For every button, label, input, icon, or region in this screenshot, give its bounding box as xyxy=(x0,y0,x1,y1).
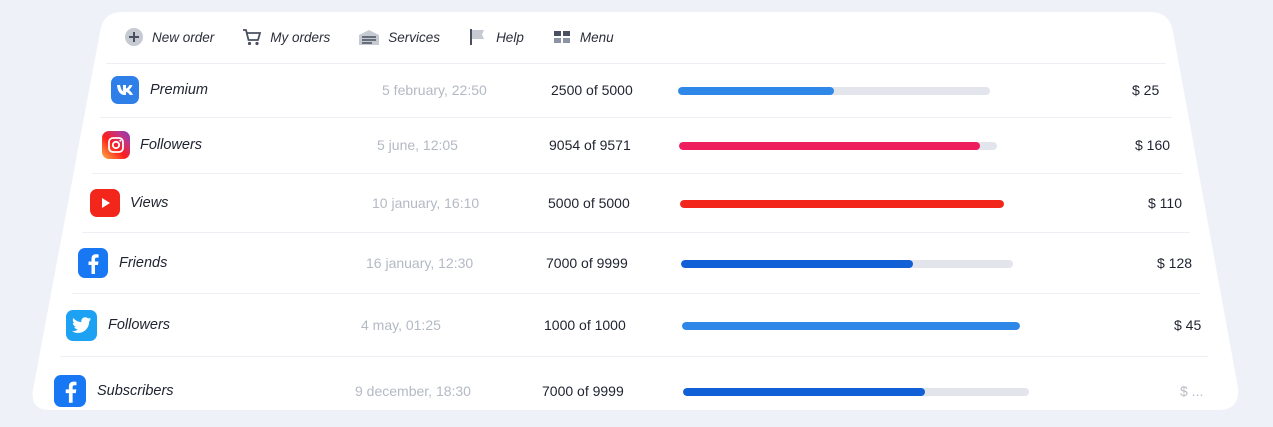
cart-icon xyxy=(243,29,262,46)
divider xyxy=(92,173,1182,174)
order-progress-fill xyxy=(678,87,834,95)
order-progress-track xyxy=(679,142,997,150)
nav-services[interactable]: Services xyxy=(358,27,440,47)
facebook-icon xyxy=(54,375,86,407)
nav-my-orders[interactable]: My orders xyxy=(242,27,330,47)
order-price: $ 110 xyxy=(1148,195,1182,211)
order-row[interactable]: Premium 5 february, 22:50 2500 of 5000 $… xyxy=(0,70,1273,110)
order-price: $ 45 xyxy=(1174,317,1202,333)
order-service-label: Premium xyxy=(150,82,209,98)
order-service-label: Friends xyxy=(119,255,168,271)
order-price: $ ... xyxy=(1180,383,1204,399)
order-row[interactable]: Subscribers 9 december, 18:30 7000 of 99… xyxy=(0,371,1273,411)
youtube-icon xyxy=(90,189,120,217)
order-progress-fill xyxy=(681,260,914,268)
divider xyxy=(106,63,1166,64)
order-price: $ 128 xyxy=(1157,255,1193,271)
order-service-label: Subscribers xyxy=(97,383,174,399)
order-price: $ 25 xyxy=(1132,82,1160,98)
facebook-icon xyxy=(78,248,108,278)
twitter-icon xyxy=(66,310,97,341)
order-service-label: Views xyxy=(130,195,169,211)
order-date: 5 june, 12:05 xyxy=(377,137,458,153)
order-progress-fill xyxy=(680,200,1004,208)
order-progress-fill xyxy=(679,142,980,150)
nav-label: Menu xyxy=(579,29,614,45)
nav-help[interactable]: Help xyxy=(468,27,524,47)
divider xyxy=(100,117,1172,118)
nav-label: Services xyxy=(388,29,441,45)
order-count: 7000 of 9999 xyxy=(542,383,624,399)
order-date: 4 may, 01:25 xyxy=(361,317,441,333)
order-progress-track xyxy=(678,87,990,95)
order-service-label: Followers xyxy=(108,317,171,333)
order-progress-track xyxy=(681,260,1013,268)
instagram-icon xyxy=(102,131,130,159)
order-service-label: Followers xyxy=(140,137,203,153)
order-count: 5000 of 5000 xyxy=(548,195,630,211)
services-icon xyxy=(359,30,380,45)
nav-menu[interactable]: Menu xyxy=(552,27,614,47)
grid-icon xyxy=(553,31,570,43)
order-progress-track xyxy=(682,322,1020,330)
orders-card: New order My orders Services Help Menu P… xyxy=(0,0,1273,427)
divider xyxy=(60,356,1208,357)
order-progress-track xyxy=(680,200,1004,208)
divider xyxy=(72,293,1200,294)
plus-circle-icon xyxy=(125,28,143,46)
order-date: 5 february, 22:50 xyxy=(382,82,487,98)
top-nav: New order My orders Services Help Menu xyxy=(124,22,642,52)
divider xyxy=(82,232,1190,233)
order-date: 10 january, 16:10 xyxy=(372,195,480,211)
order-row[interactable]: Followers 4 may, 01:25 1000 of 1000 $ 45 xyxy=(0,305,1273,345)
order-count: 7000 of 9999 xyxy=(546,255,628,271)
vk-icon xyxy=(111,76,139,104)
order-row[interactable]: Followers 5 june, 12:05 9054 of 9571 $ 1… xyxy=(0,125,1273,165)
order-progress-fill xyxy=(682,322,1020,330)
order-progress-fill xyxy=(683,388,926,396)
order-count: 9054 of 9571 xyxy=(549,137,631,153)
order-count: 1000 of 1000 xyxy=(544,317,626,333)
flag-icon xyxy=(470,29,485,45)
nav-new-order[interactable]: New order xyxy=(124,27,214,47)
order-date: 16 january, 12:30 xyxy=(366,255,474,271)
order-row[interactable]: Friends 16 january, 12:30 7000 of 9999 $… xyxy=(0,243,1273,283)
order-date: 9 december, 18:30 xyxy=(355,383,471,399)
order-count: 2500 of 5000 xyxy=(551,82,633,98)
nav-label: Help xyxy=(496,29,524,45)
order-progress-track xyxy=(683,388,1029,396)
nav-label: New order xyxy=(152,29,215,45)
order-row[interactable]: Views 10 january, 16:10 5000 of 5000 $ 1… xyxy=(0,183,1273,223)
order-price: $ 160 xyxy=(1135,137,1171,153)
nav-label: My orders xyxy=(270,29,331,45)
